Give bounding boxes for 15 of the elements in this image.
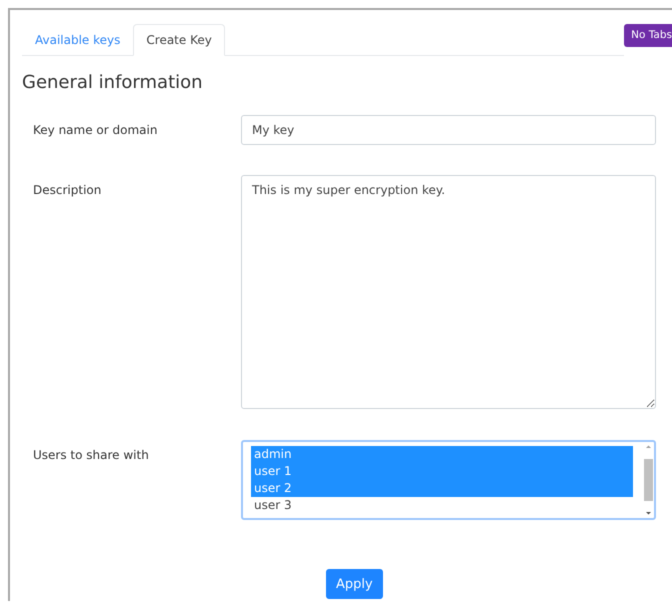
no-tabs-badge[interactable]: No Tabs xyxy=(624,24,672,47)
scrollbar[interactable] xyxy=(643,444,654,516)
list-option[interactable]: user 3 xyxy=(251,497,633,514)
apply-button[interactable]: Apply xyxy=(326,569,383,599)
field-label: Key name or domain xyxy=(32,122,158,139)
field-label: Description xyxy=(32,182,102,199)
scroll-up-icon[interactable] xyxy=(644,444,653,450)
users-listbox[interactable]: admin user 1 user 2 user 3 xyxy=(241,440,656,520)
tab[interactable]: Create Key xyxy=(133,24,225,56)
description-field[interactable]: This is my super encryption key. xyxy=(241,175,656,409)
scroll-down-icon[interactable] xyxy=(644,510,653,516)
tab[interactable]: Available keys xyxy=(22,24,134,56)
field-label: Users to share with xyxy=(32,447,150,464)
section-heading: General information xyxy=(22,72,204,93)
key-name-field[interactable]: My key xyxy=(241,115,656,145)
